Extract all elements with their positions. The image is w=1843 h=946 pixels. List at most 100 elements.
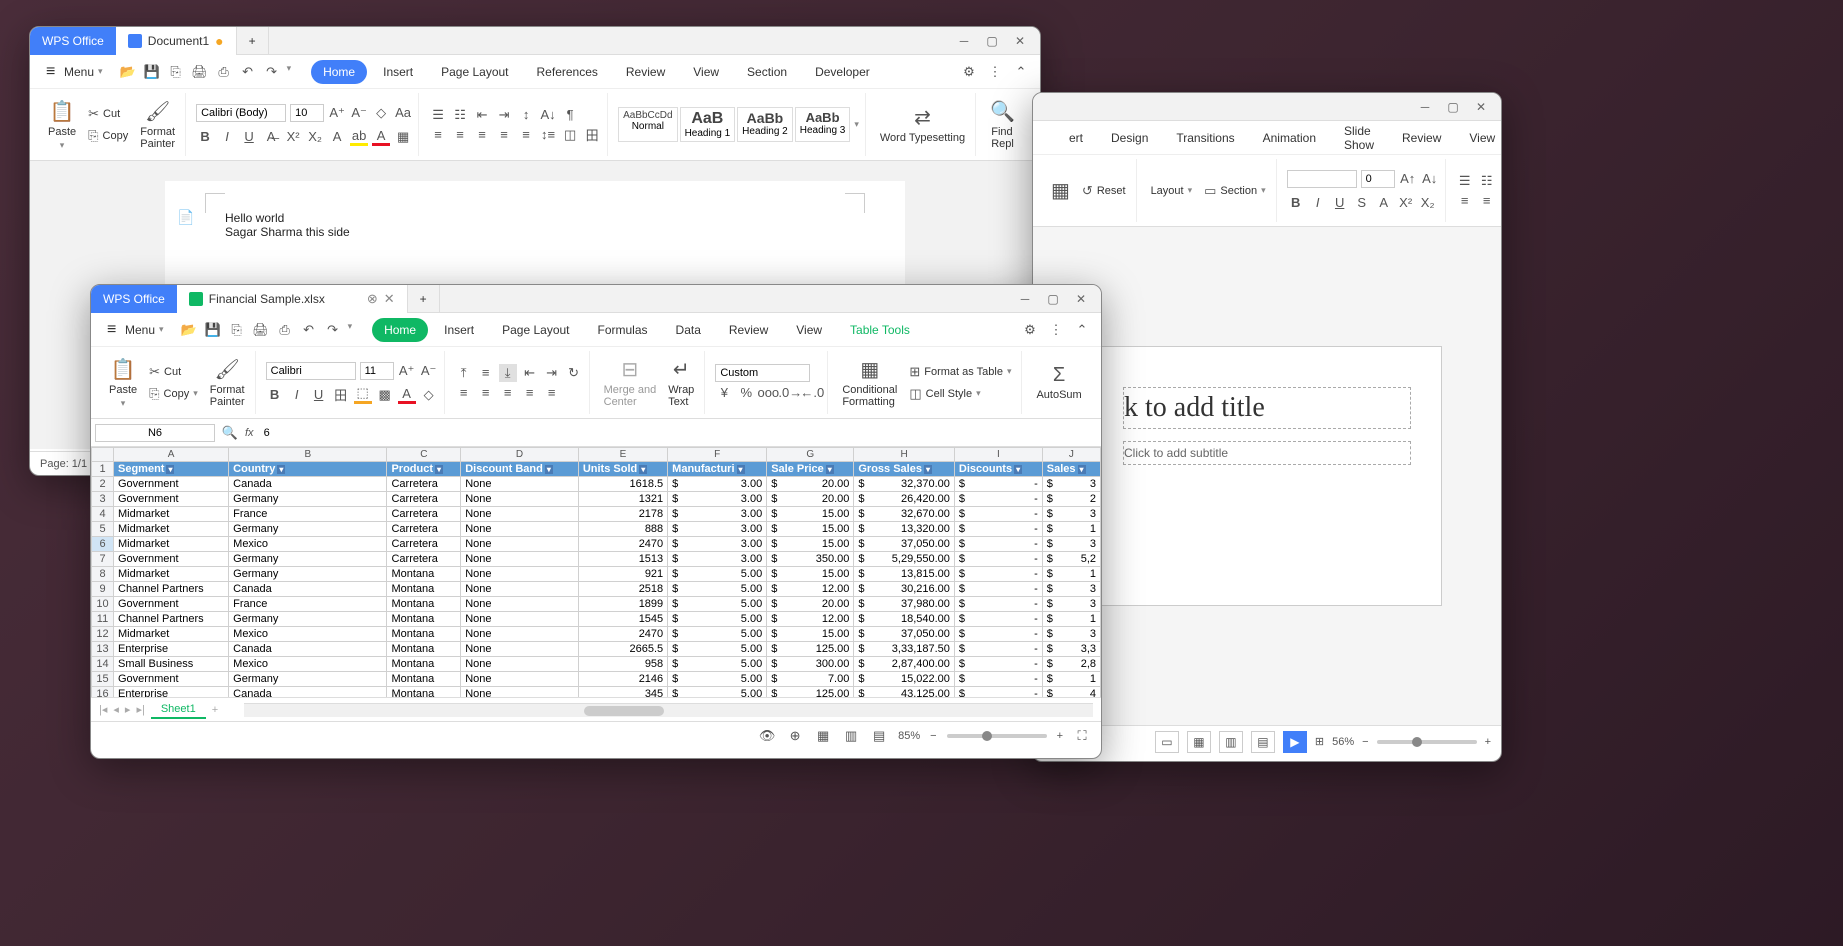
close-tab-icon[interactable]: ⊗ xyxy=(367,291,378,307)
col-header[interactable]: F xyxy=(668,448,767,462)
minimize-button[interactable]: ─ xyxy=(952,29,976,53)
justify-icon[interactable]: ≡ xyxy=(521,384,539,402)
zoom-in-icon[interactable]: + xyxy=(1485,736,1491,748)
cell[interactable]: 1321 xyxy=(578,492,667,507)
menu-button[interactable]: Menu▾ xyxy=(40,59,109,85)
tab-formulas[interactable]: Formulas xyxy=(586,318,660,342)
cell[interactable]: Carretera xyxy=(387,507,461,522)
cell[interactable]: - xyxy=(954,507,1042,522)
numbering-icon[interactable]: ☷ xyxy=(451,106,469,124)
align-middle-icon[interactable]: ≡ xyxy=(477,364,495,382)
col-header[interactable]: J xyxy=(1042,448,1100,462)
style-more-icon[interactable]: ▾ xyxy=(854,119,859,130)
sheet-first-icon[interactable]: |◂ xyxy=(99,703,107,716)
subscript-icon[interactable]: X₂ xyxy=(1419,194,1437,212)
cell[interactable]: France xyxy=(229,507,387,522)
row-header[interactable]: 1 xyxy=(92,462,114,477)
table-row[interactable]: 16EnterpriseCanadaMontanaNone3455.00125.… xyxy=(92,687,1101,698)
reset-button[interactable]: ↺Reset xyxy=(1078,181,1130,201)
cell[interactable]: 5.00 xyxy=(668,687,767,698)
tab-review[interactable]: Review xyxy=(1390,126,1453,150)
decrease-decimal-icon[interactable]: ←.0 xyxy=(803,384,821,402)
table-row[interactable]: 15GovernmentGermanyMontanaNone21465.007.… xyxy=(92,672,1101,687)
cell[interactable]: 350.00 xyxy=(767,552,854,567)
shading-icon[interactable]: ▦ xyxy=(394,128,412,146)
cell[interactable]: Midmarket xyxy=(114,567,229,582)
table-header[interactable]: Units Sold▾ xyxy=(578,462,667,477)
cell[interactable]: Midmarket xyxy=(114,627,229,642)
cell[interactable]: 2665.5 xyxy=(578,642,667,657)
cell[interactable]: 5.00 xyxy=(668,642,767,657)
cell[interactable]: 125.00 xyxy=(767,687,854,698)
view-page-icon[interactable]: ▥ xyxy=(842,727,860,745)
titlebar[interactable]: ─ ▢ ✕ xyxy=(1033,93,1501,121)
print-icon[interactable]: 🖨 xyxy=(191,63,209,81)
cell[interactable]: 3.00 xyxy=(668,477,767,492)
subscript-icon[interactable]: X₂ xyxy=(306,128,324,146)
table-row[interactable]: 8MidmarketGermanyMontanaNone9215.0015.00… xyxy=(92,567,1101,582)
cell[interactable]: None xyxy=(461,687,579,698)
notes-view-icon[interactable]: ▤ xyxy=(1251,731,1275,753)
normal-view-icon[interactable]: ▭ xyxy=(1155,731,1179,753)
paste-button[interactable]: 📋Paste▾ xyxy=(44,97,80,153)
sheet-prev-icon[interactable]: ◂ xyxy=(113,703,119,716)
cell[interactable]: - xyxy=(954,657,1042,672)
cell[interactable]: None xyxy=(461,567,579,582)
cell[interactable]: 1 xyxy=(1042,672,1100,687)
filter-icon[interactable]: ▾ xyxy=(737,465,745,474)
cell[interactable]: 1 xyxy=(1042,612,1100,627)
cell[interactable]: 20.00 xyxy=(767,597,854,612)
cell[interactable]: Carretera xyxy=(387,552,461,567)
more-icon[interactable]: ⋮ xyxy=(986,63,1004,81)
filter-icon[interactable]: ▾ xyxy=(639,465,647,474)
cell[interactable]: 5.00 xyxy=(668,627,767,642)
cell[interactable]: 2178 xyxy=(578,507,667,522)
cell[interactable]: Mexico xyxy=(229,537,387,552)
filter-icon[interactable]: ▾ xyxy=(277,465,285,474)
col-header[interactable]: H xyxy=(854,448,955,462)
export-icon[interactable]: ⎘ xyxy=(228,321,246,339)
row-header[interactable]: 16 xyxy=(92,687,114,698)
cell[interactable]: Government xyxy=(114,477,229,492)
titlebar[interactable]: WPS Office Financial Sample.xlsx ⊗ ✕ + ─… xyxy=(91,285,1101,313)
cell[interactable]: 15.00 xyxy=(767,627,854,642)
justify-icon[interactable]: ≡ xyxy=(495,126,513,144)
gear-icon[interactable]: ⚙ xyxy=(960,63,978,81)
cell[interactable]: Enterprise xyxy=(114,687,229,698)
distributed-icon[interactable]: ≡ xyxy=(543,384,561,402)
cell[interactable]: Enterprise xyxy=(114,642,229,657)
new-tab-button[interactable]: + xyxy=(237,27,269,55)
cell[interactable]: 32,370.00 xyxy=(854,477,955,492)
minimize-button[interactable]: ─ xyxy=(1413,95,1437,119)
highlight-icon[interactable]: ab xyxy=(350,128,368,146)
cell[interactable]: 5,2 xyxy=(1042,552,1100,567)
cell[interactable]: Midmarket xyxy=(114,522,229,537)
name-box[interactable] xyxy=(95,424,215,442)
filter-icon[interactable]: ▾ xyxy=(435,465,443,474)
cell[interactable]: 1899 xyxy=(578,597,667,612)
underline-icon[interactable]: U xyxy=(240,128,258,146)
table-row[interactable]: 7GovernmentGermanyCarreteraNone15133.003… xyxy=(92,552,1101,567)
tab-view[interactable]: View xyxy=(681,60,731,84)
row-header[interactable]: 8 xyxy=(92,567,114,582)
increase-decimal-icon[interactable]: .0→ xyxy=(781,384,799,402)
gear-icon[interactable]: ⚙ xyxy=(1021,321,1039,339)
table-row[interactable]: 14Small BusinessMexicoMontanaNone9585.00… xyxy=(92,657,1101,672)
fill-pattern-icon[interactable]: ▩ xyxy=(376,386,394,404)
currency-icon[interactable]: ¥ xyxy=(715,384,733,402)
table-row[interactable]: 6MidmarketMexicoCarreteraNone24703.0015.… xyxy=(92,537,1101,552)
close-button[interactable]: ✕ xyxy=(1008,29,1032,53)
cell[interactable]: 26,420.00 xyxy=(854,492,955,507)
wrap-text-button[interactable]: ↵Wrap Text xyxy=(664,355,698,410)
align-center-icon[interactable]: ≡ xyxy=(477,384,495,402)
cell[interactable]: 12.00 xyxy=(767,612,854,627)
target-icon[interactable]: ⊕ xyxy=(786,727,804,745)
cell[interactable]: Germany xyxy=(229,612,387,627)
cell[interactable]: Carretera xyxy=(387,537,461,552)
tab-table-tools[interactable]: Table Tools xyxy=(838,318,922,342)
tab-page-layout[interactable]: Page Layout xyxy=(429,60,520,84)
cell[interactable]: 2518 xyxy=(578,582,667,597)
increase-font-icon[interactable]: A⁺ xyxy=(328,104,346,122)
change-case-icon[interactable]: Aa xyxy=(394,104,412,122)
tab-view[interactable]: View xyxy=(784,318,834,342)
